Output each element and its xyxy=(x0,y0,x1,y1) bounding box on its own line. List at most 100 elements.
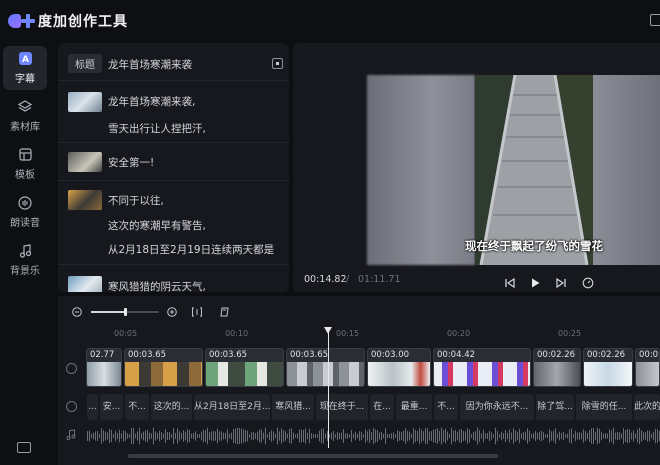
waveform-bar xyxy=(397,430,398,442)
script-block[interactable]: 寒风猎猎的阴云天气, xyxy=(58,265,289,292)
waveform-bar xyxy=(305,428,306,444)
video-clip[interactable]: 00:03.65 xyxy=(205,348,284,387)
waveform-bar xyxy=(261,429,262,443)
video-clip[interactable]: 00:04.42 xyxy=(433,348,531,387)
video-clip[interactable]: 00:02.26 xyxy=(533,348,581,387)
waveform-bar xyxy=(541,430,542,442)
sidebar-item-subtitle[interactable]: A 字幕 xyxy=(3,46,47,90)
script-line[interactable]: 雪天出行让人捏把汗, xyxy=(108,121,206,136)
waveform-bar xyxy=(551,431,552,441)
waveform-bar xyxy=(253,431,254,441)
sidebar-item-template[interactable]: 模板 xyxy=(3,142,47,186)
waveform-bar xyxy=(111,429,112,443)
sidebar-item-assets[interactable]: 素材库 xyxy=(3,94,47,138)
waveform-bar xyxy=(563,431,564,441)
audio-waveform[interactable] xyxy=(87,426,660,446)
video-clip[interactable]: 00:0 xyxy=(635,348,660,387)
video-clip[interactable]: 00:02.26 xyxy=(583,348,633,387)
zoom-out-icon[interactable] xyxy=(72,307,82,317)
sidebar-item-label: 背景乐 xyxy=(10,265,40,277)
script-line[interactable]: 不同于以往, xyxy=(108,193,164,208)
script-line[interactable]: 寒风猎猎的阴云天气, xyxy=(108,279,206,292)
script-block[interactable]: 不同于以往, 这次的寒潮早有警告, 从2月18日至2月19日连续两天都是 xyxy=(58,181,289,265)
waveform-bar xyxy=(321,428,322,444)
sidebar-item-music[interactable]: 背景乐 xyxy=(3,238,47,282)
play-icon[interactable] xyxy=(529,274,541,288)
video-clip[interactable]: 02.77 xyxy=(86,348,122,387)
waveform-bar xyxy=(491,432,492,440)
window-menu-icon[interactable] xyxy=(650,14,660,26)
waveform-bar xyxy=(379,432,380,440)
script-line[interactable]: 这次的寒潮早有警告, xyxy=(108,218,206,233)
waveform-bar xyxy=(521,433,522,439)
waveform-bar xyxy=(621,433,622,439)
waveform-bar xyxy=(343,428,344,444)
zoom-slider-handle[interactable] xyxy=(124,308,127,316)
previous-icon[interactable] xyxy=(504,274,516,289)
subtitle-clip[interactable]: 在... xyxy=(370,394,394,420)
waveform-bar xyxy=(141,433,142,439)
timeline-scrollbar[interactable] xyxy=(128,454,498,458)
video-clip[interactable]: 00:03.65 xyxy=(124,348,203,387)
waveform-bar xyxy=(619,432,620,440)
waveform-bar xyxy=(133,427,134,445)
split-icon[interactable] xyxy=(191,306,203,318)
subtitle-clip[interactable]: 除了驾... xyxy=(536,394,574,420)
waveform-bar xyxy=(451,427,452,445)
waveform-bar xyxy=(91,433,92,439)
waveform-bar xyxy=(195,431,196,441)
subtitle-clip[interactable]: 最重... xyxy=(396,394,432,420)
waveform-bar xyxy=(595,431,596,441)
script-line[interactable]: 龙年首场寒潮来袭, xyxy=(108,94,195,109)
waveform-bar xyxy=(501,431,502,441)
waveform-bar xyxy=(497,430,498,442)
playhead[interactable] xyxy=(324,327,332,448)
keyboard-icon[interactable] xyxy=(17,442,31,453)
next-icon[interactable] xyxy=(555,274,567,289)
ai-magic-icon[interactable] xyxy=(272,58,283,69)
subtitle-clip[interactable]: 不... xyxy=(125,394,149,420)
waveform-bar xyxy=(339,432,340,440)
subtitle-clip[interactable]: 从2月18日至2月... xyxy=(194,394,270,420)
zoom-in-icon[interactable] xyxy=(167,307,177,317)
zoom-slider[interactable] xyxy=(91,308,159,316)
waveform-bar xyxy=(643,432,644,440)
script-block[interactable]: 龙年首场寒潮来袭, 雪天出行让人捏把汗, xyxy=(58,81,289,143)
video-frame[interactable] xyxy=(475,75,593,265)
waveform-bar xyxy=(587,432,588,440)
subtitle-clip[interactable]: 安... xyxy=(100,394,123,420)
subtitle-clip[interactable]: 现在终于... xyxy=(316,394,368,420)
waveform-bar xyxy=(611,430,612,442)
waveform-bar xyxy=(507,432,508,440)
waveform-bar xyxy=(167,432,168,440)
timer-icon[interactable] xyxy=(582,274,594,289)
sidebar-item-voice[interactable]: 朗读音 xyxy=(3,190,47,234)
title-text[interactable]: 龙年首场寒潮来袭 xyxy=(108,57,192,72)
clip-thumbnail xyxy=(68,92,102,112)
waveform-bar xyxy=(307,432,308,440)
video-clip[interactable]: 00:03.65 xyxy=(286,348,365,387)
waveform-bar xyxy=(317,434,318,438)
subtitle-clip[interactable]: 除雪的任... xyxy=(576,394,632,420)
subtitle-clip[interactable]: ... xyxy=(87,394,98,420)
waveform-bar xyxy=(369,429,370,443)
waveform-bar xyxy=(285,431,286,441)
subtitle-clip[interactable]: 不... xyxy=(434,394,458,420)
waveform-bar xyxy=(269,431,270,441)
script-line[interactable]: 安全第一! xyxy=(108,155,154,170)
waveform-bar xyxy=(309,428,310,444)
time-ruler[interactable]: 00:05 00:10 00:15 00:20 00:25 xyxy=(86,326,660,344)
waveform-bar xyxy=(173,428,174,444)
waveform-bar xyxy=(223,432,224,440)
script-line[interactable]: 从2月18日至2月19日连续两天都是 xyxy=(108,242,274,257)
subtitle-clip[interactable]: 因为你永远不... xyxy=(460,394,534,420)
subtitle-clip[interactable]: 寒风猎... xyxy=(272,394,314,420)
waveform-bar xyxy=(247,430,248,442)
subtitle-clip[interactable]: 这次的... xyxy=(151,394,192,420)
subtitle-clip[interactable]: 此次的 xyxy=(634,394,660,420)
title-row[interactable]: 标题 龙年首场寒潮来袭 xyxy=(58,43,289,81)
video-clip[interactable]: 00:03.00 xyxy=(367,348,431,387)
script-block[interactable]: 安全第一! xyxy=(58,143,289,181)
waveform-bar xyxy=(337,432,338,440)
delete-icon[interactable] xyxy=(219,306,231,318)
